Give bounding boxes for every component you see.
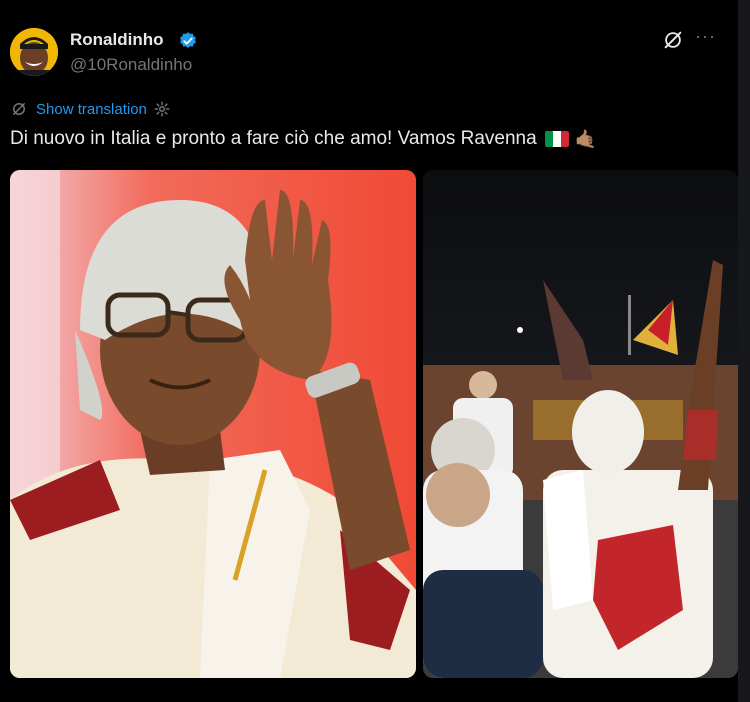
tweet-text: Di nuovo in Italia e pronto a fare ciò c…: [10, 128, 597, 150]
verified-badge-icon: [180, 32, 196, 48]
call-me-hand-emoji: 🤙🏽: [574, 128, 598, 149]
photo-waving-image: [10, 170, 416, 678]
more-options-icon[interactable]: ···: [695, 26, 716, 47]
tweet-photo-waving[interactable]: [10, 170, 416, 678]
photo-crowd-image: [423, 170, 738, 678]
tweet-photo-crowd[interactable]: [423, 170, 738, 678]
gear-icon[interactable]: [153, 100, 171, 118]
italy-flag-icon: [544, 131, 569, 147]
show-translation-link[interactable]: Show translation: [36, 101, 147, 118]
grok-icon[interactable]: [662, 29, 684, 51]
translate-icon: [13, 103, 25, 115]
tweet-body: Di nuovo in Italia e pronto a fare ciò c…: [10, 128, 537, 149]
author-handle[interactable]: @10Ronaldinho: [70, 55, 192, 75]
show-translation-row[interactable]: Show translation: [10, 98, 171, 120]
author-name[interactable]: Ronaldinho: [70, 30, 163, 50]
tweet-header: Ronaldinho @10Ronaldinho ···: [0, 0, 738, 90]
author-avatar[interactable]: [10, 28, 58, 76]
scrollbar-track[interactable]: [738, 0, 750, 702]
